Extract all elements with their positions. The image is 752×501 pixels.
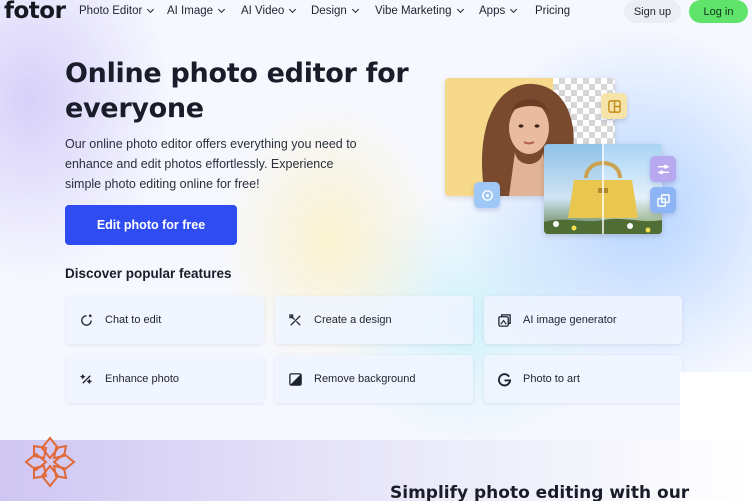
edit-photo-button[interactable]: Edit photo for free — [65, 205, 237, 245]
ai-enhance-icon — [474, 182, 500, 208]
chevron-down-icon — [217, 5, 226, 14]
hero-description: Our online photo editor offers everythin… — [65, 134, 385, 194]
nav-photo-editor[interactable]: Photo Editor — [79, 5, 155, 17]
ai-image-icon — [496, 312, 513, 329]
crop-tool-icon — [601, 93, 627, 119]
feature-label: Remove background — [314, 373, 416, 385]
feature-label: Enhance photo — [105, 373, 180, 385]
chevron-down-icon — [289, 5, 297, 14]
title-line: Online photo editor for — [65, 58, 409, 89]
hero-collage — [440, 76, 680, 240]
page-title: Online photo editor for everyone — [65, 56, 425, 126]
feature-card-chat-to-edit[interactable]: Chat to edit — [66, 296, 264, 344]
chevron-down-icon — [351, 5, 359, 14]
login-button[interactable]: Log in — [689, 0, 748, 23]
feature-card-enhance-photo[interactable]: Enhance photo — [66, 355, 264, 403]
nav-label: Design — [311, 5, 347, 17]
layers-icon — [650, 187, 676, 213]
desc-line: enhance and edit photos effortlessly. Ex… — [65, 157, 334, 171]
nav-label: Vibe Marketing — [375, 5, 452, 17]
nav-label: Pricing — [535, 5, 571, 17]
feature-card-photo-to-art[interactable]: Photo to art — [484, 355, 682, 403]
section-title: Simplify photo editing with our — [390, 483, 690, 501]
chevron-down-icon — [510, 5, 518, 14]
nav-pricing[interactable]: Pricing — [535, 5, 570, 17]
nav-ai-video[interactable]: AI Video — [241, 5, 297, 17]
chevron-down-icon — [456, 5, 464, 14]
chat-edit-icon — [78, 312, 95, 329]
handbag-figure — [544, 144, 662, 234]
nav-vibe-marketing[interactable]: Vibe Marketing — [375, 5, 464, 17]
adjust-sliders-icon — [650, 156, 676, 182]
art-g-icon — [496, 371, 513, 388]
chevron-down-icon — [147, 5, 155, 14]
remove-bg-icon — [287, 371, 304, 388]
handbag-photo — [544, 144, 662, 234]
nav-design[interactable]: Design — [311, 5, 359, 17]
top-nav: fotor Photo Editor AI Image AI Video Des… — [0, 0, 752, 24]
nav-label: Apps — [479, 5, 506, 17]
fotor-logo[interactable]: fotor — [4, 0, 66, 24]
features-heading: Discover popular features — [65, 266, 232, 281]
nav-label: AI Image — [167, 5, 214, 17]
sparkle-enhance-icon — [78, 371, 95, 388]
background-panel — [680, 372, 752, 440]
feature-label: AI image generator — [523, 314, 617, 326]
feature-card-create-design[interactable]: Create a design — [275, 296, 473, 344]
design-tools-icon — [287, 312, 304, 329]
flower-ornament-icon — [24, 436, 76, 488]
desc-line: simple photo editing online for free! — [65, 177, 260, 191]
nav-ai-image[interactable]: AI Image — [167, 5, 226, 17]
nav-label: Photo Editor — [79, 5, 143, 17]
nav-apps[interactable]: Apps — [479, 5, 518, 17]
feature-label: Chat to edit — [105, 314, 162, 326]
signup-button[interactable]: Sign up — [624, 0, 681, 23]
feature-card-ai-image-generator[interactable]: AI image generator — [484, 296, 682, 344]
title-line: everyone — [65, 93, 204, 124]
feature-label: Create a design — [314, 314, 392, 326]
desc-line: Our online photo editor offers everythin… — [65, 137, 357, 151]
feature-label: Photo to art — [523, 373, 580, 385]
feature-card-remove-background[interactable]: Remove background — [275, 355, 473, 403]
nav-label: AI Video — [241, 5, 285, 17]
